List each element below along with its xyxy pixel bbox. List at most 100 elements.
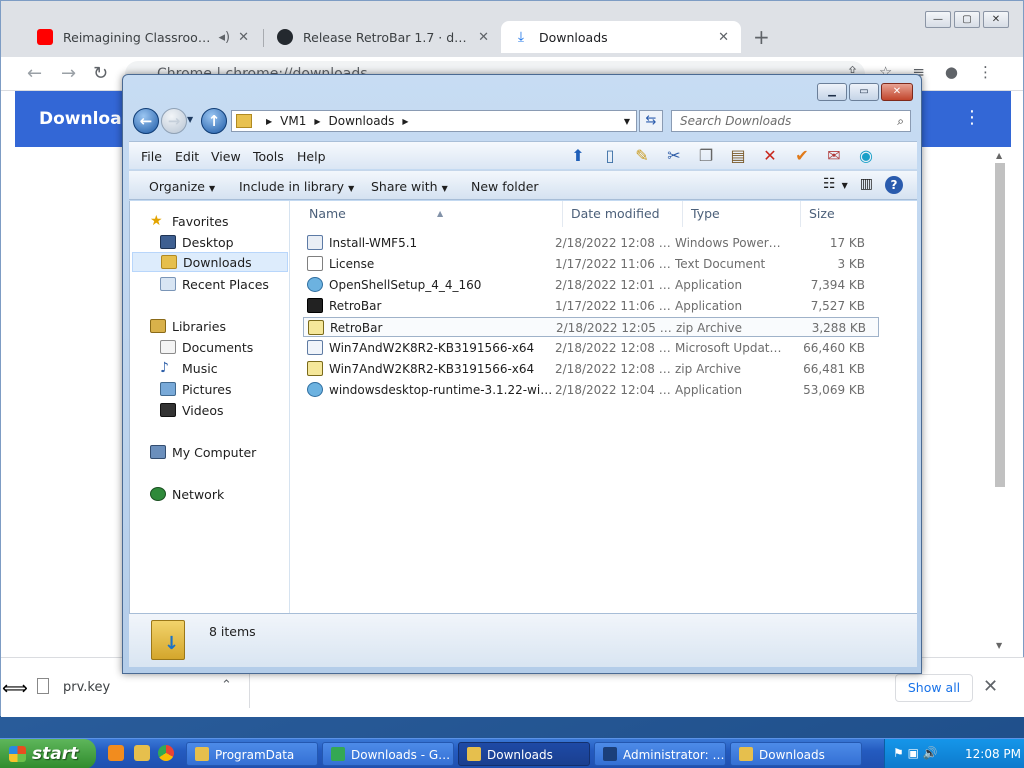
reload-button[interactable]: ↻ bbox=[93, 63, 108, 84]
download-file-name[interactable]: prv.key bbox=[63, 680, 110, 695]
file-row[interactable]: Install-WMF5.1 2/18/2022 12:08 PM Windows … bbox=[303, 233, 879, 253]
tab-github[interactable]: Release RetroBar 1.7 · dremin/Re ✕ bbox=[265, 21, 501, 53]
breadcrumb-vm1[interactable]: VM1 bbox=[280, 114, 306, 128]
chrome-quicklaunch-icon[interactable] bbox=[158, 745, 174, 761]
close-button[interactable]: ✕ bbox=[983, 11, 1009, 28]
clock[interactable]: 12:08 PM bbox=[965, 747, 1021, 761]
address-dropdown-icon[interactable]: ▼ bbox=[624, 117, 630, 126]
refresh-icon[interactable]: ⇆ bbox=[639, 110, 663, 132]
new-tab-button[interactable]: + bbox=[753, 25, 770, 49]
taskbar-item[interactable]: Administrator: Wi... bbox=[594, 742, 726, 766]
file-row[interactable]: OpenShellSetup_4_4_160 2/18/2022 12:01 PM… bbox=[303, 275, 879, 295]
taskbar-item[interactable]: ProgramData bbox=[186, 742, 318, 766]
profile-icon[interactable]: ● bbox=[945, 63, 958, 81]
up-folder-icon[interactable]: ⬆ bbox=[565, 144, 591, 168]
menu-view[interactable]: View bbox=[211, 149, 241, 164]
menu-file[interactable]: File bbox=[141, 149, 162, 164]
tray-icons[interactable]: ⚑ ▣ 🔊 bbox=[893, 746, 938, 760]
tab-close-icon[interactable]: ✕ bbox=[718, 30, 729, 45]
chevron-up-icon[interactable]: ⌃ bbox=[221, 678, 232, 693]
file-row[interactable]: windowsdesktop-runtime-3.1.22-win-x64 2/1… bbox=[303, 380, 879, 400]
folders-pane-icon[interactable]: ▯ bbox=[597, 144, 623, 168]
menu-help[interactable]: Help bbox=[297, 149, 326, 164]
file-row[interactable]: Win7AndW2K8R2-KB3191566-x64 2/18/2022 12:… bbox=[303, 359, 879, 379]
minimize-button[interactable]: — bbox=[925, 11, 951, 28]
page-scrollbar[interactable]: ▲ ▼ bbox=[993, 151, 1007, 651]
nav-music[interactable]: ♪ Music bbox=[160, 358, 218, 378]
close-button[interactable]: ✕ bbox=[881, 83, 913, 101]
close-shelf-icon[interactable]: ✕ bbox=[983, 676, 998, 697]
history-dropdown-icon[interactable]: ▼ bbox=[187, 115, 193, 124]
tab-youtube[interactable]: Reimagining Classrooms - Yo ◂) ✕ bbox=[25, 21, 261, 53]
new-folder-button[interactable]: New folder bbox=[471, 179, 539, 194]
taskbar-item[interactable]: Downloads bbox=[730, 742, 862, 766]
media-player-icon[interactable] bbox=[108, 745, 124, 761]
up-button[interactable]: ↑ bbox=[201, 108, 227, 134]
breadcrumb-downloads[interactable]: Downloads bbox=[329, 114, 395, 128]
tab-close-icon[interactable]: ✕ bbox=[238, 30, 249, 45]
back-button[interactable]: ← bbox=[27, 63, 42, 84]
nav-my-computer[interactable]: My Computer bbox=[150, 442, 256, 462]
views-icon[interactable]: ☷ ▼ bbox=[823, 176, 848, 194]
back-button[interactable]: ← bbox=[133, 108, 159, 134]
nav-network[interactable]: Network bbox=[150, 484, 224, 504]
breadcrumb-separator[interactable]: ▶ bbox=[266, 117, 272, 126]
column-type[interactable]: Type bbox=[683, 201, 801, 227]
column-name[interactable]: Name ▲ bbox=[301, 201, 563, 227]
folder-options-icon[interactable]: ✎ bbox=[629, 144, 655, 168]
file-row[interactable]: RetroBar 2/18/2022 12:05 PM zip Archive 3,2… bbox=[303, 317, 879, 337]
nav-videos[interactable]: Videos bbox=[160, 400, 224, 420]
forward-button[interactable]: → bbox=[61, 63, 76, 84]
nav-documents[interactable]: Documents bbox=[160, 337, 253, 357]
nav-libraries[interactable]: Libraries bbox=[150, 316, 226, 336]
nav-desktop[interactable]: Desktop bbox=[160, 232, 234, 252]
explorer-title-bar[interactable]: ▁ ▭ ✕ bbox=[123, 75, 921, 103]
file-row[interactable]: RetroBar 1/17/2022 11:06 PM Application 7,5… bbox=[303, 296, 879, 316]
tab-close-icon[interactable]: ✕ bbox=[478, 30, 489, 45]
maximize-button[interactable]: ▢ bbox=[954, 11, 980, 28]
address-breadcrumb[interactable]: ▶ VM1 ▶ Downloads ▶ ▼ bbox=[231, 110, 637, 132]
share-with-button[interactable]: Share with ▼ bbox=[371, 179, 448, 194]
search-icon[interactable]: ⌕ bbox=[897, 111, 904, 131]
delete-icon[interactable]: ✕ bbox=[757, 144, 783, 168]
downloads-menu-icon[interactable]: ⋮ bbox=[963, 107, 981, 128]
paste-icon[interactable]: ▤ bbox=[725, 144, 751, 168]
views-glyph: ☷ bbox=[823, 176, 836, 192]
nav-recent-places[interactable]: Recent Places bbox=[160, 274, 269, 294]
chrome-menu-icon[interactable]: ⋮ bbox=[978, 63, 993, 81]
maximize-button[interactable]: ▭ bbox=[849, 83, 879, 101]
mail-icon[interactable]: ✉ bbox=[821, 144, 847, 168]
taskbar-item[interactable]: Downloads - Goog... bbox=[322, 742, 454, 766]
scroll-down-icon[interactable]: ▼ bbox=[996, 641, 1002, 650]
mute-icon[interactable]: ◂) bbox=[218, 30, 230, 45]
nav-pictures[interactable]: Pictures bbox=[160, 379, 232, 399]
file-row[interactable]: License 1/17/2022 11:06 PM Text Document 3 … bbox=[303, 254, 879, 274]
scroll-up-icon[interactable]: ▲ bbox=[996, 151, 1002, 160]
include-in-library-button[interactable]: Include in library ▼ bbox=[239, 179, 354, 194]
column-size[interactable]: Size bbox=[801, 201, 881, 227]
show-all-button[interactable]: Show all bbox=[895, 674, 973, 702]
search-input[interactable]: Search Downloads ⌕ bbox=[671, 110, 911, 132]
scrollbar-thumb[interactable] bbox=[995, 163, 1005, 487]
file-row[interactable]: Win7AndW2K8R2-KB3191566-x64 2/18/2022 12:… bbox=[303, 338, 879, 358]
menu-tools[interactable]: Tools bbox=[253, 149, 284, 164]
help-icon[interactable]: ? bbox=[885, 176, 903, 194]
menu-edit[interactable]: Edit bbox=[175, 149, 199, 164]
taskbar-item[interactable]: Downloads bbox=[458, 742, 590, 766]
column-date-modified[interactable]: Date modified bbox=[563, 201, 683, 227]
breadcrumb-separator[interactable]: ▶ bbox=[402, 117, 408, 126]
cut-icon[interactable]: ✂ bbox=[661, 144, 687, 168]
organize-button[interactable]: Organize ▼ bbox=[149, 179, 215, 194]
nav-downloads[interactable]: Downloads bbox=[132, 252, 288, 272]
preview-pane-icon[interactable]: ▥ bbox=[860, 176, 873, 194]
forward-button[interactable]: → bbox=[161, 108, 187, 134]
nav-favorites[interactable]: ★ Favorites bbox=[150, 211, 228, 231]
breadcrumb-separator[interactable]: ▶ bbox=[314, 117, 320, 126]
checkmark-icon[interactable]: ✔ bbox=[789, 144, 815, 168]
start-button[interactable]: start bbox=[0, 739, 96, 768]
copy-icon[interactable]: ❐ bbox=[693, 144, 719, 168]
tab-downloads[interactable]: ⤓ Downloads ✕ bbox=[501, 21, 741, 53]
globe-icon[interactable]: ◉ bbox=[853, 144, 879, 168]
explorer-quicklaunch-icon[interactable] bbox=[134, 745, 150, 761]
minimize-button[interactable]: ▁ bbox=[817, 83, 847, 101]
